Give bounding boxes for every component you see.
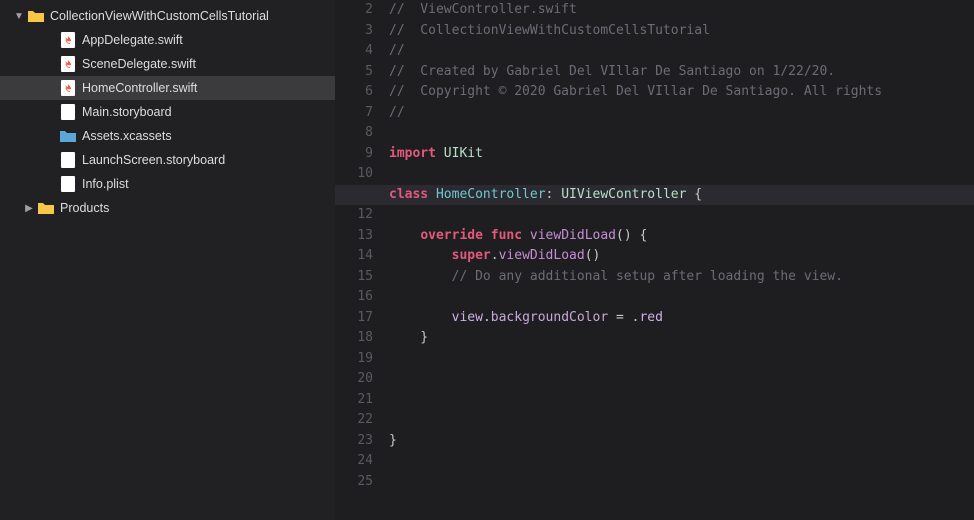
code-line[interactable]: } xyxy=(385,431,974,452)
line-number: 23 xyxy=(335,431,373,452)
line-number: 17 xyxy=(335,308,373,329)
file-label: HomeController.swift xyxy=(82,81,197,95)
line-number: 10 xyxy=(335,164,373,185)
code-line[interactable] xyxy=(385,205,974,226)
folder-row-root[interactable]: ▼ CollectionViewWithCustomCellsTutorial xyxy=(0,4,335,28)
code-line[interactable] xyxy=(385,472,974,493)
code-content[interactable]: // ViewController.swift// CollectionView… xyxy=(385,0,974,492)
swift-file-icon xyxy=(60,80,76,96)
code-line[interactable] xyxy=(385,369,974,390)
code-line[interactable] xyxy=(385,410,974,431)
assets-file-icon xyxy=(60,128,76,144)
code-line[interactable]: // xyxy=(385,103,974,124)
line-number: 14 xyxy=(335,246,373,267)
line-number: 22 xyxy=(335,410,373,431)
code-line[interactable] xyxy=(385,390,974,411)
file-row[interactable]: Assets.xcassets xyxy=(0,124,335,148)
storyboard-file-icon xyxy=(60,152,76,168)
code-line[interactable] xyxy=(385,164,974,185)
line-number-gutter: 2345678910111213141516171819202122232425 xyxy=(335,0,385,492)
code-line[interactable]: // Copyright © 2020 Gabriel Del VIllar D… xyxy=(385,82,974,103)
folder-icon xyxy=(38,200,54,216)
code-line[interactable]: import UIKit xyxy=(385,144,974,165)
code-line[interactable] xyxy=(385,349,974,370)
code-line[interactable] xyxy=(385,451,974,472)
line-number: 21 xyxy=(335,390,373,411)
code-line[interactable]: // xyxy=(385,41,974,62)
file-navigator[interactable]: ▼ CollectionViewWithCustomCellsTutorial … xyxy=(0,0,335,520)
swift-file-icon xyxy=(60,56,76,72)
line-number: 16 xyxy=(335,287,373,308)
code-line[interactable]: override func viewDidLoad() { xyxy=(385,226,974,247)
folder-icon xyxy=(28,8,44,24)
line-number: 7 xyxy=(335,103,373,124)
file-label: LaunchScreen.storyboard xyxy=(82,153,225,167)
code-editor[interactable]: 2345678910111213141516171819202122232425… xyxy=(335,0,974,520)
line-number: 12 xyxy=(335,205,373,226)
file-row[interactable]: Info.plist xyxy=(0,172,335,196)
chevron-down-icon[interactable]: ▼ xyxy=(14,11,24,21)
swift-file-icon xyxy=(60,32,76,48)
code-line[interactable]: super.viewDidLoad() xyxy=(385,246,974,267)
code-line[interactable] xyxy=(385,287,974,308)
file-label: Main.storyboard xyxy=(82,105,172,119)
code-line[interactable]: // ViewController.swift xyxy=(385,0,974,21)
folder-label: Products xyxy=(60,201,109,215)
line-number: 5 xyxy=(335,62,373,83)
folder-row-products[interactable]: ▶ Products xyxy=(0,196,335,220)
line-number: 19 xyxy=(335,349,373,370)
plist-file-icon xyxy=(60,176,76,192)
file-label: SceneDelegate.swift xyxy=(82,57,196,71)
code-line[interactable]: } xyxy=(385,328,974,349)
code-line[interactable]: // Do any additional setup after loading… xyxy=(385,267,974,288)
code-line[interactable]: view.backgroundColor = .red xyxy=(385,308,974,329)
line-number: 4 xyxy=(335,41,373,62)
line-number: 6 xyxy=(335,82,373,103)
file-row[interactable]: Main.storyboard xyxy=(0,100,335,124)
line-number: 18 xyxy=(335,328,373,349)
line-number: 2 xyxy=(335,0,373,21)
line-number: 3 xyxy=(335,21,373,42)
file-row[interactable]: LaunchScreen.storyboard xyxy=(0,148,335,172)
line-number: 20 xyxy=(335,369,373,390)
code-line[interactable]: // Created by Gabriel Del VIllar De Sant… xyxy=(385,62,974,83)
code-line[interactable]: // CollectionViewWithCustomCellsTutorial xyxy=(385,21,974,42)
file-row[interactable]: HomeController.swift xyxy=(0,76,335,100)
storyboard-file-icon xyxy=(60,104,76,120)
line-number: 13 xyxy=(335,226,373,247)
line-number: 9 xyxy=(335,144,373,165)
code-line[interactable]: class HomeController: UIViewController { xyxy=(335,185,974,206)
file-label: Info.plist xyxy=(82,177,129,191)
line-number: 24 xyxy=(335,451,373,472)
code-line[interactable] xyxy=(385,123,974,144)
chevron-right-icon[interactable]: ▶ xyxy=(24,203,34,213)
line-number: 15 xyxy=(335,267,373,288)
file-row[interactable]: SceneDelegate.swift xyxy=(0,52,335,76)
file-label: AppDelegate.swift xyxy=(82,33,183,47)
file-label: Assets.xcassets xyxy=(82,129,172,143)
line-number: 8 xyxy=(335,123,373,144)
line-number: 25 xyxy=(335,472,373,493)
folder-label: CollectionViewWithCustomCellsTutorial xyxy=(50,9,269,23)
file-row[interactable]: AppDelegate.swift xyxy=(0,28,335,52)
